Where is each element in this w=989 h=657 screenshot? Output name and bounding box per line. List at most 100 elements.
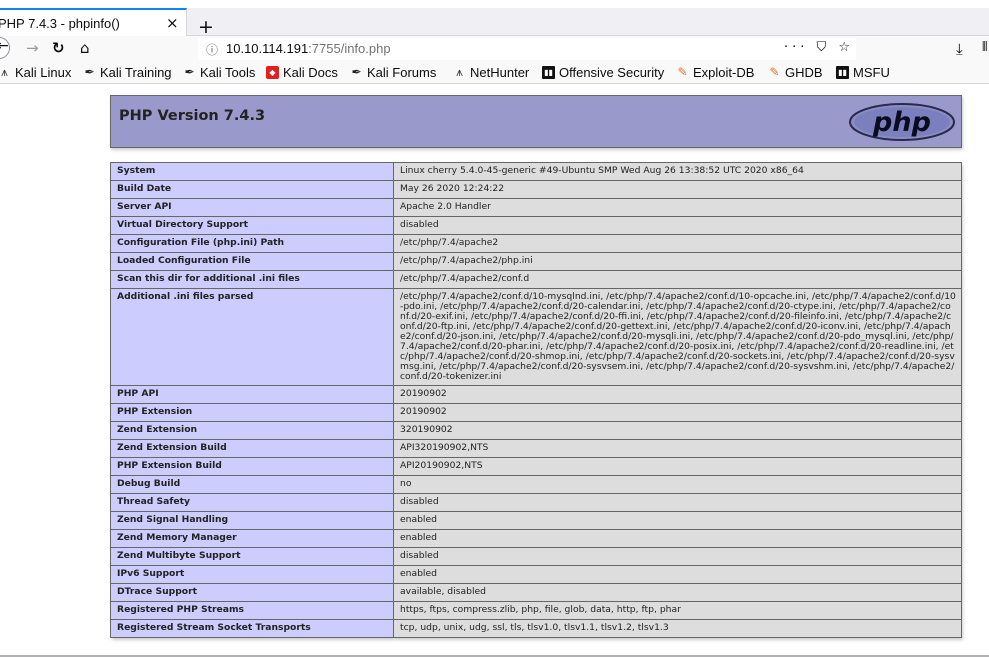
row-key: IPv6 Support: [110, 565, 394, 584]
url-bar[interactable]: ⓘ 10.10.114.191:7755/info.php ··· ⛉ ☆: [198, 38, 856, 60]
table-row: Registered Stream Socket Transports tcp, …: [110, 619, 962, 638]
info-icon[interactable]: ⓘ: [206, 41, 218, 58]
bookmarks-toolbar: ⩚ Kali Linux ✒ Kali Training ✒ Kali Tools ◆…: [0, 62, 989, 84]
red-doc-icon: ◆: [266, 66, 279, 79]
tab-title: PHP 7.4.3 - phpinfo(): [0, 16, 120, 31]
bookmark-label: Offensive Security: [559, 65, 665, 80]
table-row: Registered PHP Streams https, ftps, compr…: [110, 601, 962, 620]
table-row: Zend Memory Manager enabled: [110, 529, 962, 548]
table-row: PHP Extension 20190902: [110, 403, 962, 422]
page-content: PHP Version 7.4.3 php System Linux cherry…: [0, 85, 989, 657]
row-key: Loaded Configuration File: [110, 252, 394, 271]
bookmark-kali-docs[interactable]: ◆ Kali Docs: [266, 65, 338, 80]
bookmark-kali-training[interactable]: ✒ Kali Training: [83, 65, 171, 80]
row-key: Build Date: [110, 180, 394, 199]
bookmark-kali-forums[interactable]: ✒ Kali Forums: [350, 65, 436, 80]
url-text[interactable]: 10.10.114.191:7755/info.php: [226, 41, 391, 56]
row-key: Server API: [110, 198, 394, 217]
new-tab-button[interactable]: +: [198, 18, 214, 37]
kali-pen-icon: ✒: [351, 65, 362, 79]
bookmark-label: NetHunter: [470, 65, 530, 80]
row-key: PHP Extension: [110, 403, 394, 422]
row-value: tcp, udp, unix, udg, ssl, tls, tlsv1.0, …: [393, 619, 962, 638]
page-actions-icons[interactable]: ··· ⛉ ☆: [784, 40, 854, 55]
table-row: Scan this dir for additional .ini files /…: [110, 270, 962, 289]
row-key: Virtual Directory Support: [110, 216, 394, 235]
row-value: Linux cherry 5.4.0-45-generic #49-Ubuntu…: [393, 162, 962, 181]
row-value: Apache 2.0 Handler: [393, 198, 962, 217]
bookmark-nethunter[interactable]: ⩚ NetHunter: [453, 65, 529, 80]
table-row: Server API Apache 2.0 Handler: [110, 198, 962, 217]
table-row: IPv6 Support enabled: [110, 565, 962, 584]
row-key: Zend Extension Build: [110, 439, 394, 458]
kali-pen-icon: ✒: [84, 65, 95, 79]
row-key: Zend Multibyte Support: [110, 547, 394, 566]
bookmark-kali-linux[interactable]: ⩚ Kali Linux: [0, 65, 71, 80]
offsec-icon: ▮▮: [542, 66, 555, 79]
table-row: Zend Extension 320190902: [110, 421, 962, 440]
bookmark-ghdb[interactable]: ✎ GHDB: [768, 65, 823, 80]
row-value: API320190902,NTS: [393, 439, 962, 458]
bookmark-msfu[interactable]: ▮▮ MSFU: [836, 65, 890, 80]
bookmark-label: MSFU: [853, 65, 890, 80]
row-key: Thread Safety: [110, 493, 394, 512]
row-key: Additional .ini files parsed: [110, 288, 394, 386]
row-key: Zend Signal Handling: [110, 511, 394, 530]
row-value: disabled: [393, 216, 962, 235]
row-key: PHP API: [110, 385, 394, 404]
php-logo: php: [849, 103, 955, 141]
kali-pen-icon: ✒: [184, 65, 195, 79]
row-value: 20190902: [393, 385, 962, 404]
table-row: Zend Extension Build API320190902,NTS: [110, 439, 962, 458]
kali-dragon-icon: ⩚: [456, 65, 463, 79]
row-key: Configuration File (php.ini) Path: [110, 234, 394, 253]
row-key: Registered PHP Streams: [110, 601, 394, 620]
table-row: PHP API 20190902: [110, 385, 962, 404]
offsec-icon: ▮▮: [836, 66, 849, 79]
row-value: available, disabled: [393, 583, 962, 602]
url-host: 10.10.114.191: [226, 41, 309, 56]
row-value: May 26 2020 12:24:22: [393, 180, 962, 199]
url-path: :7755/info.php: [308, 41, 391, 56]
row-value: /etc/php/7.4/apache2/conf.d/10-mysqlnd.i…: [393, 288, 962, 386]
bookmark-label: Exploit-DB: [693, 65, 755, 80]
home-icon[interactable]: ⌂: [80, 39, 90, 57]
table-row: Build Date May 26 2020 12:24:22: [110, 180, 962, 199]
row-value: API20190902,NTS: [393, 457, 962, 476]
tab-strip: PHP 7.4.3 - phpinfo() × +: [0, 8, 989, 37]
row-value: disabled: [393, 547, 962, 566]
table-row: Debug Build no: [110, 475, 962, 494]
php-logo-text: php: [872, 107, 931, 138]
table-row: Loaded Configuration File/etc/php/7.4/ap…: [110, 252, 962, 271]
row-value: /etc/php/7.4/apache2/php.ini: [393, 252, 962, 271]
row-value: enabled: [393, 565, 962, 584]
row-value: /etc/php/7.4/apache2: [393, 234, 962, 253]
close-icon[interactable]: ×: [166, 14, 179, 32]
table-row: Zend Multibyte Support disabled: [110, 547, 962, 566]
bookmark-offensive-security[interactable]: ▮▮ Offensive Security: [542, 65, 664, 80]
download-icon[interactable]: ⤓: [956, 40, 963, 58]
row-key: Zend Extension: [110, 421, 394, 440]
bookmark-label: Kali Forums: [367, 65, 437, 80]
row-value: no: [393, 475, 962, 494]
php-version-header: PHP Version 7.4.3 php: [110, 95, 962, 148]
bookmark-label: Kali Linux: [15, 65, 72, 80]
navigation-toolbar: ← → ↻ ⌂ ⓘ 10.10.114.191:7755/info.php ··…: [0, 36, 989, 62]
row-key: Debug Build: [110, 475, 394, 494]
bookmark-exploit-db[interactable]: ✎ Exploit-DB: [676, 65, 754, 80]
bookmark-label: Kali Docs: [283, 65, 338, 80]
table-row: System Linux cherry 5.4.0-45-generic #49-…: [110, 162, 962, 181]
row-key: PHP Extension Build: [110, 457, 394, 476]
row-value: 320190902: [393, 421, 962, 440]
bookmark-kali-tools[interactable]: ✒ Kali Tools: [183, 65, 255, 80]
row-key: Registered Stream Socket Transports: [110, 619, 394, 638]
row-value: disabled: [393, 493, 962, 512]
row-key: System: [110, 162, 394, 181]
table-row: Zend Signal Handling enabled: [110, 511, 962, 530]
reload-icon[interactable]: ↻: [52, 39, 65, 57]
bookmark-label: GHDB: [785, 65, 823, 80]
row-value: enabled: [393, 529, 962, 548]
forward-arrow-icon[interactable]: →: [26, 39, 39, 57]
tab-phpinfo[interactable]: PHP 7.4.3 - phpinfo() ×: [0, 8, 187, 37]
library-icon[interactable]: ⫴: [982, 40, 987, 55]
